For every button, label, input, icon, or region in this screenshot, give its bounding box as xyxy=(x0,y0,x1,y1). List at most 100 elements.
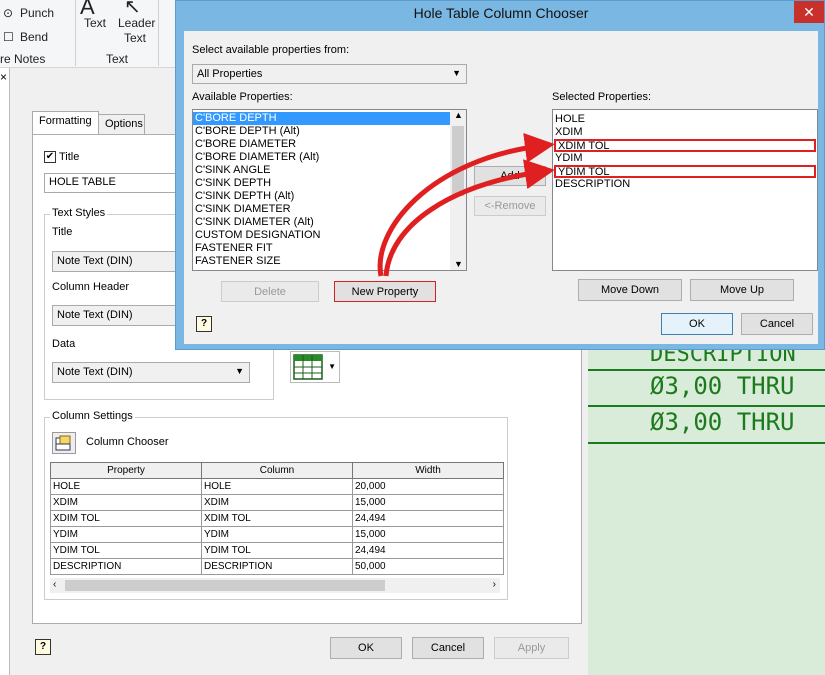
column-chooser-button[interactable] xyxy=(52,432,76,454)
list-item[interactable]: YDIM TOL xyxy=(554,165,816,178)
punch-button[interactable]: Punch xyxy=(20,6,54,20)
table-grid-icon xyxy=(293,354,323,380)
left-browser-strip: × xyxy=(0,68,10,675)
scrollbar-thumb[interactable] xyxy=(65,580,385,591)
vertical-scrollbar[interactable]: ▲ ▼ xyxy=(450,110,466,270)
leader-text-button-line2[interactable]: Text xyxy=(124,31,146,45)
list-item[interactable]: C'SINK ANGLE xyxy=(193,164,466,177)
new-property-button[interactable]: New Property xyxy=(334,281,436,302)
leader-text-button[interactable]: Leader xyxy=(118,16,155,30)
close-icon[interactable]: ✕ xyxy=(794,1,824,23)
column-chooser-icon xyxy=(55,435,71,451)
list-item[interactable]: HOLE xyxy=(553,113,817,126)
column-cell[interactable]: XDIM xyxy=(201,494,353,511)
grid-header-property[interactable]: Property xyxy=(50,462,202,479)
help-icon[interactable]: ? xyxy=(35,639,51,655)
width-cell[interactable]: 24,494 xyxy=(352,542,504,559)
table-row[interactable]: HOLE HOLE 20,000 xyxy=(50,478,504,495)
column-cell[interactable]: DESCRIPTION xyxy=(201,558,353,575)
table-row[interactable]: DESCRIPTION DESCRIPTION 50,000 xyxy=(50,558,504,575)
help-icon[interactable]: ? xyxy=(196,316,212,332)
width-cell[interactable]: 20,000 xyxy=(352,478,504,495)
column-settings-label: Column Settings xyxy=(50,410,135,422)
add-button[interactable]: Add xyxy=(474,166,546,186)
property-cell[interactable]: XDIM TOL xyxy=(50,510,202,527)
table-line xyxy=(588,369,825,371)
property-cell[interactable]: YDIM xyxy=(50,526,202,543)
list-item[interactable]: C'SINK DIAMETER xyxy=(193,203,466,216)
horizontal-scrollbar[interactable]: ‹ › xyxy=(50,578,500,593)
list-item[interactable]: XDIM TOL xyxy=(554,139,816,152)
tab-formatting[interactable]: Formatting xyxy=(32,111,99,135)
width-cell[interactable]: 15,000 xyxy=(352,494,504,511)
list-item[interactable]: XDIM xyxy=(553,126,817,139)
canvas-hole-row: Ø3,00 THRU xyxy=(650,408,795,436)
list-item[interactable]: YDIM xyxy=(553,152,817,165)
list-item[interactable]: C'BORE DEPTH xyxy=(193,112,466,125)
list-item[interactable]: C'BORE DIAMETER xyxy=(193,138,466,151)
scroll-left-icon[interactable]: ‹ xyxy=(53,579,56,590)
title-checkbox[interactable]: ✔ xyxy=(44,151,56,163)
property-cell[interactable]: DESCRIPTION xyxy=(50,558,202,575)
property-cell[interactable]: XDIM xyxy=(50,494,202,511)
tab-options[interactable]: Options xyxy=(98,114,145,136)
move-up-button[interactable]: Move Up xyxy=(690,279,794,301)
data-style-label: Data xyxy=(52,338,76,350)
scrollbar-thumb[interactable] xyxy=(452,126,464,196)
property-source-select[interactable]: All Properties ▼ xyxy=(192,64,467,84)
table-row[interactable]: YDIM TOL YDIM TOL 24,494 xyxy=(50,542,504,559)
table-row[interactable]: YDIM YDIM 15,000 xyxy=(50,526,504,543)
table-line xyxy=(588,442,825,444)
width-cell[interactable]: 24,494 xyxy=(352,510,504,527)
ok-button[interactable]: OK xyxy=(661,313,733,335)
scroll-up-icon[interactable]: ▲ xyxy=(454,110,463,120)
available-properties-list[interactable]: C'BORE DEPTH C'BORE DEPTH (Alt) C'BORE D… xyxy=(192,109,467,271)
table-row[interactable]: XDIM XDIM 15,000 xyxy=(50,494,504,511)
scroll-down-icon[interactable]: ▼ xyxy=(454,259,463,269)
remove-button[interactable]: <-Remove xyxy=(474,196,546,216)
table-line xyxy=(588,405,825,407)
list-item[interactable]: C'BORE DEPTH (Alt) xyxy=(193,125,466,138)
text-button[interactable]: Text xyxy=(84,16,106,30)
bend-button[interactable]: Bend xyxy=(20,30,48,44)
column-cell[interactable]: XDIM TOL xyxy=(201,510,353,527)
table-layout-button[interactable]: ▼ xyxy=(290,351,340,383)
move-down-button[interactable]: Move Down xyxy=(578,279,682,301)
delete-button[interactable]: Delete xyxy=(221,281,319,302)
property-cell[interactable]: HOLE xyxy=(50,478,202,495)
list-item[interactable]: FASTENER FIT xyxy=(193,242,466,255)
title-input[interactable]: HOLE TABLE xyxy=(44,173,176,193)
data-style-select[interactable]: Note Text (DIN) ▼ xyxy=(52,362,250,383)
scroll-right-icon[interactable]: › xyxy=(493,579,496,590)
available-properties-label: Available Properties: xyxy=(192,91,293,103)
list-item[interactable]: C'SINK DIAMETER (Alt) xyxy=(193,216,466,229)
width-cell[interactable]: 15,000 xyxy=(352,526,504,543)
list-item[interactable]: FASTENER SIZE xyxy=(193,255,466,268)
dropdown-arrow-icon: ▼ xyxy=(328,362,336,371)
grid-header-width[interactable]: Width xyxy=(352,462,504,479)
list-item[interactable]: C'SINK DEPTH (Alt) xyxy=(193,190,466,203)
list-item[interactable]: C'SINK DEPTH xyxy=(193,177,466,190)
column-cell[interactable]: HOLE xyxy=(201,478,353,495)
property-cell[interactable]: YDIM TOL xyxy=(50,542,202,559)
list-item[interactable]: CUSTOM DESIGNATION xyxy=(193,229,466,242)
selected-properties-list[interactable]: HOLE XDIM XDIM TOL YDIM YDIM TOL DESCRIP… xyxy=(552,109,818,271)
column-cell[interactable]: YDIM TOL xyxy=(201,542,353,559)
cancel-button[interactable]: Cancel xyxy=(412,637,484,659)
ribbon-divider xyxy=(75,0,76,66)
cancel-button[interactable]: Cancel xyxy=(741,313,813,335)
bend-icon[interactable]: ☐ xyxy=(3,30,14,44)
ok-button[interactable]: OK xyxy=(330,637,402,659)
grid-header-column[interactable]: Column xyxy=(201,462,353,479)
title-style-select[interactable]: Note Text (DIN) xyxy=(52,251,176,272)
close-icon[interactable]: × xyxy=(0,70,7,84)
column-header-style-select[interactable]: Note Text (DIN) xyxy=(52,305,176,326)
table-row[interactable]: XDIM TOL XDIM TOL 24,494 xyxy=(50,510,504,527)
width-cell[interactable]: 50,000 xyxy=(352,558,504,575)
dialog-title: Hole Table Column Chooser xyxy=(413,5,589,21)
list-item[interactable]: C'BORE DIAMETER (Alt) xyxy=(193,151,466,164)
apply-button[interactable]: Apply xyxy=(494,637,569,659)
punch-icon[interactable]: ⊙ xyxy=(3,6,13,20)
list-item[interactable]: DESCRIPTION xyxy=(553,178,817,191)
column-cell[interactable]: YDIM xyxy=(201,526,353,543)
